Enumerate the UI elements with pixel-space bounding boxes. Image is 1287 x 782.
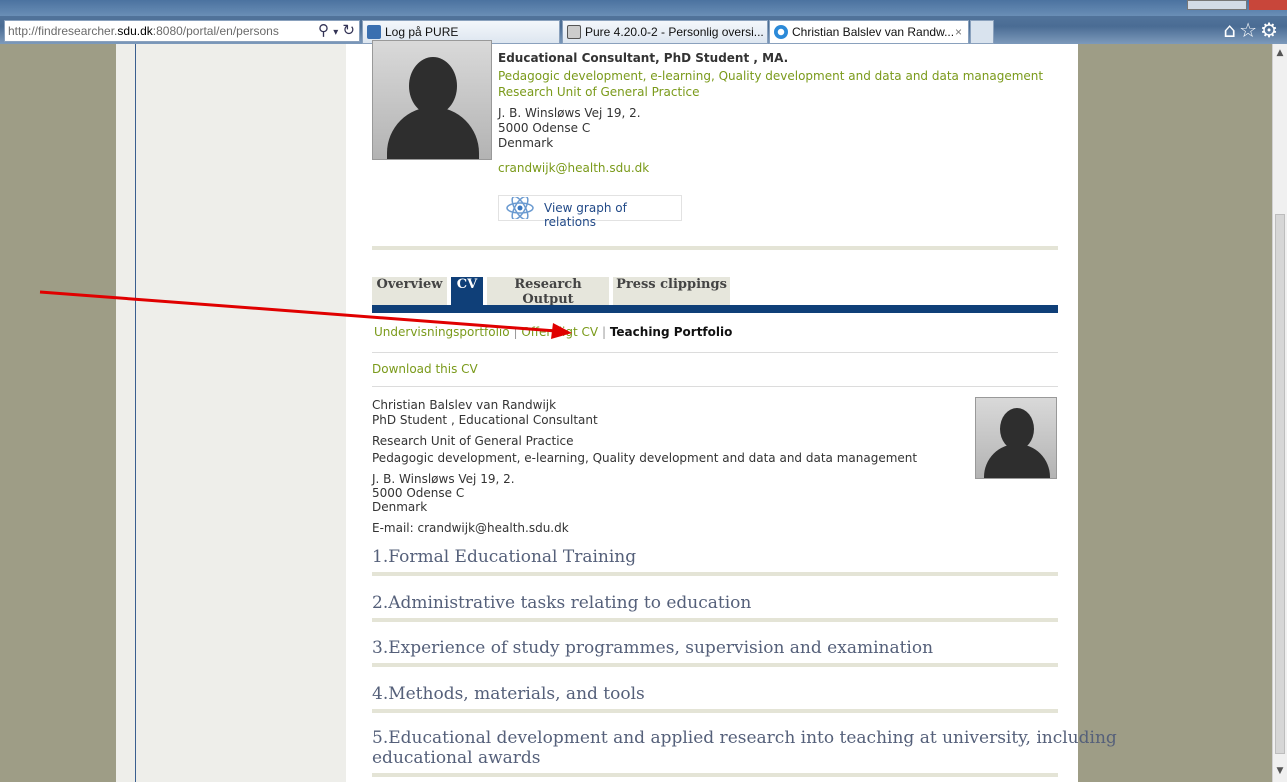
cv-unit: Research Unit of General Practice: [372, 434, 574, 448]
atom-icon: [506, 197, 534, 219]
subnav-teaching-portfolio[interactable]: Teaching Portfolio: [610, 325, 733, 339]
pure-icon: [367, 25, 381, 39]
sidebar: [136, 44, 346, 782]
tab-research-output[interactable]: Research Output: [487, 277, 609, 307]
subnav-separator: |: [513, 325, 518, 339]
scroll-thumb[interactable]: [1275, 214, 1285, 754]
scrollbar[interactable]: ▲ ▼: [1272, 44, 1287, 782]
divider: [372, 352, 1058, 353]
browser-chrome: http://findresearcher.sdu.dk:8080/portal…: [0, 0, 1287, 44]
section-heading-5[interactable]: 5.Educational development and applied re…: [372, 728, 1117, 748]
divider: [372, 246, 1058, 250]
section-heading-5-cont[interactable]: educational awards: [372, 748, 541, 768]
profile-email[interactable]: crandwijk@health.sdu.dk: [498, 161, 649, 175]
tab-underline: [372, 305, 1058, 313]
section-divider: [372, 663, 1058, 667]
cv-name: Christian Balslev van Randwijk: [372, 398, 557, 412]
subnav-undervisningsportfolio[interactable]: Undervisningsportfolio: [374, 325, 510, 339]
dropdown-icon[interactable]: ▾: [333, 27, 338, 38]
section-heading-2[interactable]: 2.Administrative tasks relating to educa…: [372, 593, 751, 613]
divider: [372, 386, 1058, 387]
right-margin: [1078, 44, 1272, 782]
toolbar-icons: ⌂☆⚙: [1223, 18, 1281, 42]
cv-interests: Pedagogic development, e-learning, Quali…: [372, 451, 918, 465]
cv-address-line: J. B. Winsløws Vej 19, 2.: [372, 472, 515, 486]
tab-christian[interactable]: Christian Balslev van Randw... ×: [769, 20, 969, 44]
profile-interests[interactable]: Pedagogic development, e-learning, Quali…: [498, 69, 1043, 83]
scroll-up-icon[interactable]: ▲: [1275, 48, 1285, 60]
view-graph-button[interactable]: View graph of relations: [498, 195, 682, 229]
new-tab-button[interactable]: [970, 20, 994, 44]
cv-email: E-mail: crandwijk@health.sdu.dk: [372, 521, 569, 535]
download-cv-link[interactable]: Download this CV: [372, 362, 478, 376]
close-icon[interactable]: ×: [955, 21, 962, 43]
title-bar: [0, 0, 1287, 16]
section-heading-3[interactable]: 3.Experience of study programmes, superv…: [372, 638, 933, 658]
cv-address-line: 5000 Odense C: [372, 486, 465, 500]
cv-address-line: Denmark: [372, 500, 428, 514]
section-heading-1[interactable]: 1.Formal Educational Training: [372, 547, 636, 567]
star-icon[interactable]: ☆: [1239, 18, 1260, 42]
profile-photo: [372, 40, 492, 160]
profile-unit[interactable]: Research Unit of General Practice: [498, 85, 700, 99]
section-divider: [372, 572, 1058, 576]
section-divider: [372, 709, 1058, 713]
address-line: 5000 Odense C: [498, 121, 591, 135]
window-buttons[interactable]: [1187, 0, 1287, 10]
search-icon[interactable]: ⚲: [318, 22, 329, 39]
cv-subnav: Undervisningsportfolio | Offentligt CV |…: [374, 325, 732, 339]
left-inner: [116, 44, 136, 782]
left-margin: [0, 44, 116, 782]
subnav-offentligt-cv[interactable]: Offentligt CV: [521, 325, 598, 339]
tab-overview[interactable]: Overview: [372, 277, 447, 305]
tab-label: Pure 4.20.0-2 - Personlig oversi...: [585, 25, 764, 39]
ie-icon: [774, 25, 788, 39]
profile-title: Educational Consultant, PhD Student , MA…: [498, 51, 789, 65]
view-graph-label: View graph of relations: [544, 201, 627, 229]
scroll-down-icon[interactable]: ▼: [1275, 766, 1285, 778]
subnav-separator: |: [601, 325, 606, 339]
pure-icon: [567, 25, 581, 39]
tab-cv[interactable]: CV: [451, 277, 483, 305]
address-bar[interactable]: http://findresearcher.sdu.dk:8080/portal…: [4, 20, 360, 42]
tab-label: Christian Balslev van Randw...: [792, 25, 955, 39]
section-divider: [372, 618, 1058, 622]
cv-role: PhD Student , Educational Consultant: [372, 413, 598, 427]
address-line: Denmark: [498, 136, 554, 150]
gear-icon[interactable]: ⚙: [1260, 18, 1281, 42]
cv-photo: [975, 397, 1057, 479]
tab-pure-personlig[interactable]: Pure 4.20.0-2 - Personlig oversi...: [562, 20, 768, 44]
section-divider: [372, 773, 1058, 777]
address-line: J. B. Winsløws Vej 19, 2.: [498, 106, 641, 120]
home-icon[interactable]: ⌂: [1223, 18, 1239, 42]
section-heading-4[interactable]: 4.Methods, materials, and tools: [372, 684, 645, 704]
tab-label: Log på PURE: [385, 25, 459, 39]
tab-press-clippings[interactable]: Press clippings: [613, 277, 730, 305]
address-tools[interactable]: ⚲ ▾ ↻: [318, 21, 355, 41]
refresh-icon[interactable]: ↻: [342, 22, 355, 39]
